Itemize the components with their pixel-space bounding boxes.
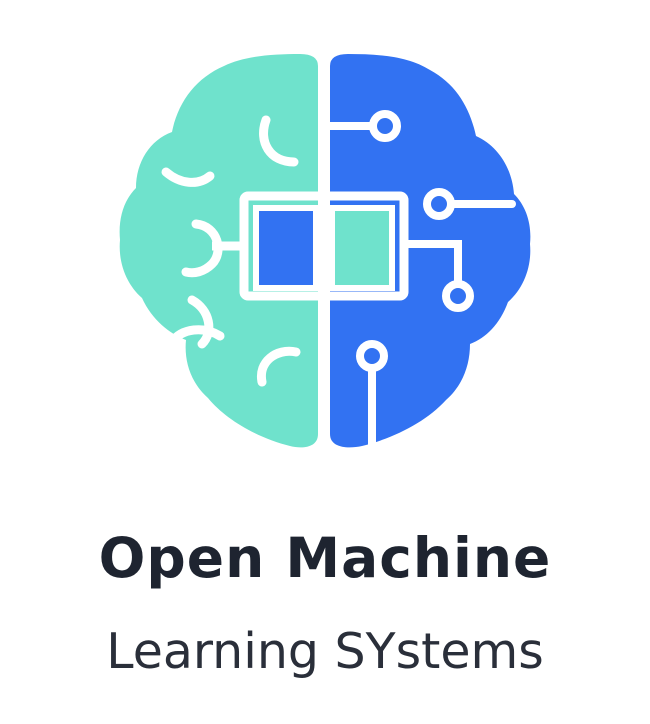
book-icon: [212, 191, 409, 301]
brain-circuit-book-icon: [119, 50, 531, 450]
brand-title: Open Machine: [98, 526, 552, 590]
hemisphere-divider: [318, 50, 330, 450]
logo: Open Machine Learning SYstems: [0, 0, 650, 724]
brand-subtitle: Learning SYstems: [106, 623, 544, 680]
